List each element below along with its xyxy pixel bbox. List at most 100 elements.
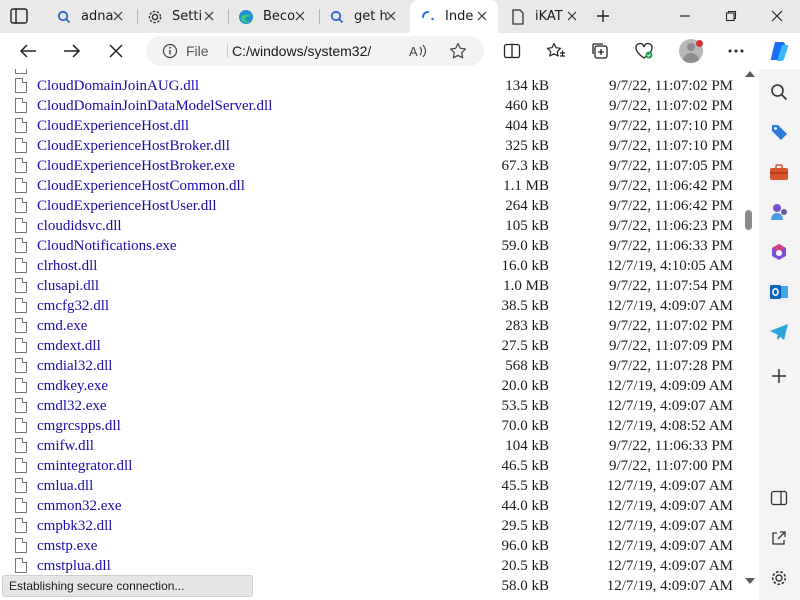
- games-icon[interactable]: [768, 201, 790, 223]
- scroll-up-icon[interactable]: [745, 71, 755, 77]
- close-icon[interactable]: [292, 8, 308, 24]
- copilot-icon[interactable]: [768, 39, 792, 63]
- tab-2[interactable]: Setti: [137, 0, 225, 33]
- close-icon[interactable]: [201, 8, 217, 24]
- info-icon[interactable]: [162, 43, 178, 59]
- open-external-icon[interactable]: [768, 527, 790, 549]
- tab-3[interactable]: Beco: [228, 0, 316, 33]
- file-size: 46.5 kB: [501, 458, 549, 474]
- file-icon: [15, 98, 27, 113]
- file-link[interactable]: cmgrcspps.dll: [37, 416, 121, 436]
- file-link[interactable]: clusapi.dll: [37, 276, 99, 296]
- outlook-icon[interactable]: [768, 281, 790, 303]
- tab-6[interactable]: iKAT: [500, 0, 588, 33]
- table-row: CloudExperienceHost.dll 404 kB 9/7/22, 1…: [0, 116, 741, 136]
- url-text[interactable]: C:/windows/system32/: [232, 43, 371, 59]
- close-icon[interactable]: [383, 8, 399, 24]
- file-link[interactable]: CloudNotifications.exe: [37, 236, 177, 256]
- split-screen-icon[interactable]: [502, 41, 522, 61]
- add-sidebar-app-icon[interactable]: [768, 365, 790, 387]
- document-icon: [510, 8, 526, 25]
- tab-4[interactable]: get h: [319, 0, 407, 33]
- search-icon[interactable]: [768, 81, 790, 103]
- back-button[interactable]: [18, 41, 38, 61]
- new-tab-button[interactable]: [592, 6, 614, 26]
- table-row: cmlua.dll 45.5 kB 12/7/19, 4:09:07 AM: [0, 476, 741, 496]
- microsoft365-icon[interactable]: [768, 241, 790, 263]
- file-link[interactable]: cmcfg32.dll: [37, 296, 109, 316]
- scrollbar-thumb[interactable]: [745, 210, 752, 230]
- file-link[interactable]: CloudExperienceHostUser.dll: [37, 196, 217, 216]
- file-link[interactable]: cmifw.dll: [37, 436, 94, 456]
- file-date: 9/7/22, 11:07:05 PM: [608, 158, 733, 174]
- forward-button[interactable]: [62, 41, 82, 61]
- tab-actions-icon[interactable]: [8, 6, 30, 26]
- table-row: cmdial32.dll 568 kB 9/7/22, 11:07:28 PM: [0, 356, 741, 376]
- file-link[interactable]: cmdkey.exe: [37, 376, 108, 396]
- file-link[interactable]: CloudExperienceHostCommon.dll: [37, 176, 245, 196]
- table-row: cmifw.dll 104 kB 9/7/22, 11:06:33 PM: [0, 436, 741, 456]
- file-date: 9/7/22, 11:07:02 PM: [608, 98, 733, 114]
- sidebar-settings-icon[interactable]: [768, 567, 790, 589]
- file-link[interactable]: CloudExperienceHostBroker.exe: [37, 156, 235, 176]
- file-link[interactable]: cmintegrator.dll: [37, 456, 132, 476]
- address-bar[interactable]: File C:/windows/system32/ A: [146, 36, 484, 66]
- file-icon: [15, 418, 27, 433]
- file-date: 9/7/22, 11:06:42 PM: [608, 178, 733, 194]
- file-link[interactable]: cmstp.exe: [37, 536, 97, 556]
- file-size: 58.0 kB: [501, 578, 549, 594]
- hide-sidebar-icon[interactable]: [768, 487, 790, 509]
- collections-icon[interactable]: [590, 41, 610, 61]
- file-size: 38.5 kB: [501, 298, 549, 314]
- file-link[interactable]: cmdial32.dll: [37, 356, 112, 376]
- send-telegram-icon[interactable]: [768, 321, 790, 343]
- file-date: 9/7/22, 11:06:42 PM: [608, 198, 733, 214]
- stop-loading-button[interactable]: [106, 41, 126, 61]
- file-link[interactable]: cmmon32.exe: [37, 496, 122, 516]
- file-icon: [15, 178, 27, 193]
- scroll-down-icon[interactable]: [745, 578, 755, 584]
- table-row: clrhost.dll 16.0 kB 12/7/19, 4:10:05 AM: [0, 256, 741, 276]
- svg-text:A: A: [409, 44, 418, 59]
- minimize-icon[interactable]: [676, 7, 694, 25]
- file-link[interactable]: cmpbk32.dll: [37, 516, 112, 536]
- close-icon[interactable]: [474, 8, 490, 24]
- address-divider: [227, 44, 228, 58]
- shopping-tag-icon[interactable]: [768, 121, 790, 143]
- favorite-star-icon[interactable]: [449, 42, 467, 60]
- file-link[interactable]: CloudExperienceHost.dll: [37, 116, 189, 136]
- file-link[interactable]: CloudDomainJoinDataModelServer.dll: [37, 96, 272, 116]
- file-icon: [15, 538, 27, 553]
- file-link[interactable]: CloudDomainJoinAUG.dll: [37, 76, 199, 96]
- tools-briefcase-icon[interactable]: [768, 161, 790, 183]
- file-link[interactable]: cmdext.dll: [37, 336, 101, 356]
- table-row: CloudDomainJoinAUG.dll 134 kB 9/7/22, 11…: [0, 76, 741, 96]
- file-link[interactable]: CloudExperienceHostBroker.dll: [37, 136, 230, 156]
- file-size: 404 kB: [505, 118, 549, 134]
- page-scrollbar[interactable]: [741, 69, 759, 600]
- file-link[interactable]: cloudidsvc.dll: [37, 216, 122, 236]
- close-icon[interactable]: [564, 8, 580, 24]
- file-date: 9/7/22, 11:07:09 PM: [608, 338, 733, 354]
- restore-icon[interactable]: [722, 7, 740, 25]
- table-row: cloudidsvc.dll 105 kB 9/7/22, 11:06:23 P…: [0, 216, 741, 236]
- file-link[interactable]: cmstplua.dll: [37, 556, 111, 576]
- file-link[interactable]: cmdl32.exe: [37, 396, 107, 416]
- notification-badge: [696, 40, 703, 47]
- file-date: 9/7/22, 11:07:00 PM: [608, 458, 733, 474]
- file-link[interactable]: cmlua.dll: [37, 476, 93, 496]
- browser-essentials-icon[interactable]: [634, 41, 654, 61]
- file-icon: [15, 298, 27, 313]
- table-row: cmdext.dll 27.5 kB 9/7/22, 11:07:09 PM: [0, 336, 741, 356]
- favorites-icon[interactable]: [546, 41, 566, 61]
- tab-5-active[interactable]: Inde: [410, 0, 498, 33]
- tab-1[interactable]: adna: [46, 0, 134, 33]
- more-options-icon[interactable]: [726, 41, 746, 61]
- file-size: 104 kB: [505, 438, 549, 454]
- file-icon: [15, 218, 27, 233]
- file-link[interactable]: clrhost.dll: [37, 256, 97, 276]
- close-icon[interactable]: [110, 8, 126, 24]
- read-aloud-icon[interactable]: A: [408, 43, 428, 62]
- close-window-icon[interactable]: [768, 7, 786, 25]
- file-link[interactable]: cmd.exe: [37, 316, 87, 336]
